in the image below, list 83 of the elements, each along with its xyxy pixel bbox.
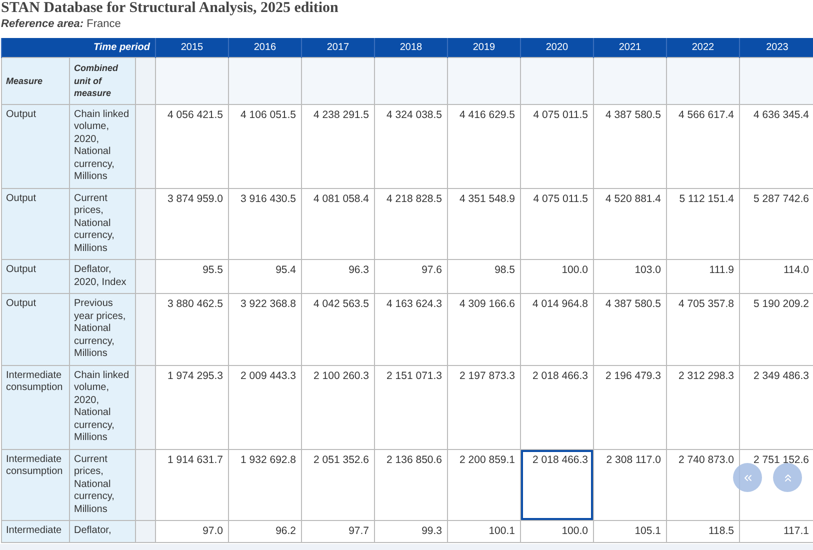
unit-cell: Deflator, (70, 520, 136, 542)
value-cell[interactable]: 4 566 617.4 (666, 104, 740, 188)
value-cell[interactable]: 96.3 (302, 260, 374, 294)
value-cell[interactable]: 95.5 (156, 260, 228, 294)
value-cell[interactable]: 97.7 (302, 520, 374, 542)
reference-area: Reference area: France (1, 18, 813, 30)
unit-cell: Deflator, 2020, Index (70, 260, 136, 294)
year-header: 2019 (448, 38, 520, 58)
year-header: 2023 (740, 38, 813, 58)
value-cell[interactable]: 4 324 038.5 (374, 104, 448, 188)
value-cell[interactable]: 4 705 357.8 (666, 294, 740, 365)
value-cell[interactable]: 4 309 166.6 (448, 294, 520, 365)
time-period-header: Time period (2, 38, 156, 58)
measure-cell: Intermediate consumption (2, 449, 70, 520)
value-cell[interactable]: 4 075 011.5 (520, 104, 594, 188)
value-cell[interactable]: 2 018 466.3 (520, 449, 594, 520)
value-cell[interactable]: 2 100 260.3 (302, 365, 374, 449)
value-cell[interactable]: 1 914 631.7 (156, 449, 228, 520)
value-cell[interactable]: 4 416 629.5 (448, 104, 520, 188)
value-cell[interactable]: 97.0 (156, 520, 228, 542)
value-cell[interactable]: 4 238 291.5 (302, 104, 374, 188)
value-cell[interactable]: 4 014 964.8 (520, 294, 594, 365)
value-cell[interactable]: 4 351 548.9 (448, 188, 520, 260)
measure-cell: Intermediate (2, 520, 70, 542)
value-cell[interactable]: 100.0 (520, 260, 594, 294)
year-header: 2021 (594, 38, 666, 58)
value-cell[interactable]: 118.5 (666, 520, 740, 542)
measure-header: Measure (2, 58, 70, 104)
unit-cell: Current prices, National currency, Millions (70, 449, 136, 520)
value-cell[interactable]: 99.3 (374, 520, 448, 542)
measure-cell: Output (2, 294, 70, 365)
value-cell[interactable]: 3 916 430.5 (228, 188, 302, 260)
value-cell[interactable]: 2 018 466.3 (520, 365, 594, 449)
value-cell[interactable]: 3 880 462.5 (156, 294, 228, 365)
measure-cell: Output (2, 104, 70, 188)
page-title: STAN Database for Structural Analysis, 2025 edition (1, 0, 340, 17)
value-cell[interactable]: 5 112 151.4 (666, 188, 740, 260)
measure-cell: Intermediate consumption (2, 365, 70, 449)
value-cell[interactable]: 2 196 479.3 (594, 365, 666, 449)
value-cell[interactable]: 3 874 959.0 (156, 188, 228, 260)
value-cell[interactable]: 4 387 580.5 (594, 104, 666, 188)
unit-cell: Chain linked volume, 2020, National currency, Millions (70, 104, 136, 188)
year-header: 2015 (156, 38, 228, 58)
unit-cell: Current prices, National currency, Millions (70, 188, 136, 260)
value-cell[interactable]: 2 151 071.3 (374, 365, 448, 449)
value-cell[interactable]: 4 042 563.5 (302, 294, 374, 365)
year-header: 2016 (228, 38, 302, 58)
value-cell[interactable]: 100.1 (448, 520, 520, 542)
value-cell[interactable]: 98.5 (448, 260, 520, 294)
value-cell[interactable]: 3 922 368.8 (228, 294, 302, 365)
value-cell[interactable]: 100.0 (520, 520, 594, 542)
value-cell[interactable]: 4 387 580.5 (594, 294, 666, 365)
value-cell[interactable]: 1 974 295.3 (156, 365, 228, 449)
value-cell[interactable]: 4 081 058.4 (302, 188, 374, 260)
unit-cell: Previous year prices, National currency, Millions (70, 294, 136, 365)
value-cell[interactable]: 2 009 443.3 (228, 365, 302, 449)
value-cell[interactable]: 2 200 859.1 (448, 449, 520, 520)
year-header: 2022 (666, 38, 740, 58)
year-header: 2020 (520, 38, 594, 58)
value-cell[interactable]: 4 056 421.5 (156, 104, 228, 188)
value-cell[interactable]: 4 520 881.4 (594, 188, 666, 260)
value-cell[interactable]: 2 312 298.3 (666, 365, 740, 449)
value-cell[interactable]: 4 218 828.5 (374, 188, 448, 260)
unit-header: Combined unit of measure (70, 58, 136, 104)
measure-cell: Output (2, 188, 70, 260)
value-cell[interactable]: 2 051 352.6 (302, 449, 374, 520)
unit-cell: Chain linked volume, 2020, National currency, Millions (70, 365, 136, 449)
value-cell[interactable]: 2 136 850.6 (374, 449, 448, 520)
value-cell[interactable]: 103.0 (594, 260, 666, 294)
value-cell[interactable]: 4 163 624.3 (374, 294, 448, 365)
year-header: 2018 (374, 38, 448, 58)
value-cell[interactable]: 4 106 051.5 (228, 104, 302, 188)
measure-cell: Output (2, 260, 70, 294)
value-cell[interactable]: 2 308 117.0 (594, 449, 666, 520)
year-header: 2017 (302, 38, 374, 58)
value-cell[interactable]: 95.4 (228, 260, 302, 294)
value-cell[interactable]: 1 932 692.8 (228, 449, 302, 520)
value-cell[interactable]: 96.2 (228, 520, 302, 542)
value-cell[interactable]: 111.9 (666, 260, 740, 294)
value-cell[interactable]: 4 075 011.5 (520, 188, 594, 260)
value-cell[interactable]: 105.1 (594, 520, 666, 542)
value-cell[interactable]: 97.6 (374, 260, 448, 294)
value-cell[interactable]: 2 197 873.3 (448, 365, 520, 449)
